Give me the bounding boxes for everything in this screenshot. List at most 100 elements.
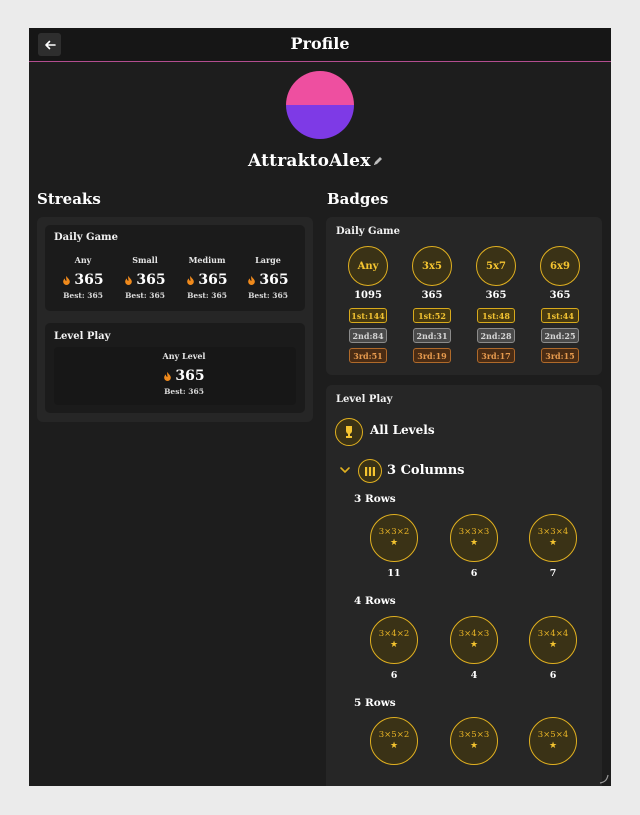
badge-count: 365: [549, 290, 571, 301]
badge-count: 365: [421, 290, 443, 301]
level-badge-label: 3×5×3: [458, 730, 490, 740]
flame-icon: [63, 275, 71, 285]
all-levels-label[interactable]: All Levels: [370, 423, 435, 437]
level-badge[interactable]: 3×5×2 ★: [370, 717, 418, 765]
star-icon: ★: [548, 538, 558, 548]
streak-label: Any Level: [162, 351, 206, 361]
level-badge-count: 6: [470, 568, 478, 579]
first-place-badge: 1st:52: [413, 308, 451, 323]
streak-label: Small: [132, 255, 158, 265]
chevron-down-icon[interactable]: [339, 465, 351, 475]
daily-game-title: Daily Game: [336, 226, 401, 237]
level-badge[interactable]: 3×3×3 ★: [450, 514, 498, 562]
star-icon: ★: [469, 741, 479, 751]
streak-best: Best: 365: [63, 291, 103, 300]
columns-group-label[interactable]: 3 Columns: [387, 463, 465, 478]
medal-icon: [346, 426, 352, 438]
level-badge[interactable]: 3×4×4 ★: [529, 616, 577, 664]
streak-label: Any: [74, 255, 92, 265]
badge-circle: 5x7: [476, 246, 516, 286]
columns-badge[interactable]: [358, 459, 382, 483]
daily-game-title: Daily Game: [54, 232, 119, 243]
level-badge[interactable]: 3×4×2 ★: [370, 616, 418, 664]
pencil-icon[interactable]: [372, 155, 384, 167]
streak-value: 365: [136, 272, 166, 288]
streaks-daily-game-card: Daily Game Any 365 Best: 365 Small 365 B…: [45, 225, 305, 311]
streak-any-level: Any Level 365 Best: 365: [145, 351, 223, 396]
header-bar: Profile: [29, 28, 611, 62]
second-place-badge: 2nd:25: [541, 328, 579, 343]
flame-icon: [164, 371, 172, 381]
level-badge[interactable]: 3×4×3 ★: [450, 616, 498, 664]
badge-3x5[interactable]: 3x5 365 1st:52 2nd:31 3rd:19: [407, 246, 457, 363]
third-place-badge: 3rd:17: [477, 348, 515, 363]
streak-best: Best: 365: [187, 291, 227, 300]
streak-value: 365: [198, 272, 228, 288]
all-levels-badge[interactable]: [335, 418, 363, 446]
level-badge-label: 3×3×4: [537, 527, 569, 537]
level-badge-count: 6: [390, 670, 398, 681]
level-badge-label: 3×5×2: [378, 730, 410, 740]
level-badge-label: 3×3×3: [458, 527, 490, 537]
second-place-badge: 2nd:31: [413, 328, 451, 343]
streaks-level-play-card: Level Play Any Level 365 Best: 365: [45, 323, 305, 413]
badge-circle: Any: [348, 246, 388, 286]
first-place-badge: 1st:144: [349, 308, 387, 323]
third-place-badge: 3rd:19: [413, 348, 451, 363]
level-badge-label: 3×4×3: [458, 629, 490, 639]
level-badge-label: 3×4×4: [537, 629, 569, 639]
level-badge-count: 4: [470, 670, 478, 681]
star-icon: ★: [389, 741, 399, 751]
streak-label: Large: [255, 255, 281, 265]
streaks-title: Streaks: [37, 190, 101, 208]
badge-any[interactable]: Any 1095 1st:144 2nd:84 3rd:51: [343, 246, 393, 363]
streak-value: 365: [259, 272, 289, 288]
first-place-badge: 1st:48: [477, 308, 515, 323]
star-icon: ★: [469, 640, 479, 650]
level-badge-count: 6: [549, 670, 557, 681]
star-icon: ★: [389, 640, 399, 650]
streak-small: Small 365 Best: 365: [116, 255, 174, 300]
row-title: 4 Rows: [354, 595, 396, 607]
level-play-title: Level Play: [54, 331, 111, 342]
badge-6x9[interactable]: 6x9 365 1st:44 2nd:25 3rd:15: [535, 246, 585, 363]
level-badge[interactable]: 3×3×2 ★: [370, 514, 418, 562]
badge-5x7[interactable]: 5x7 365 1st:48 2nd:28 3rd:17: [471, 246, 521, 363]
badges-title: Badges: [327, 190, 389, 208]
row-title: 3 Rows: [354, 493, 396, 505]
star-icon: ★: [389, 538, 399, 548]
badge-count: 1095: [354, 290, 382, 301]
resize-grip-icon[interactable]: [597, 772, 609, 784]
second-place-badge: 2nd:84: [349, 328, 387, 343]
avatar: [286, 71, 354, 139]
star-icon: ★: [548, 640, 558, 650]
level-play-title: Level Play: [336, 394, 393, 405]
row-title: 5 Rows: [354, 697, 396, 709]
first-place-badge: 1st:44: [541, 308, 579, 323]
level-badge-label: 3×4×2: [378, 629, 410, 639]
profile-window: Profile AttraktoAlex Streaks Daily Game …: [29, 28, 611, 786]
second-place-badge: 2nd:28: [477, 328, 515, 343]
third-place-badge: 3rd:15: [541, 348, 579, 363]
streak-label: Medium: [188, 255, 226, 265]
level-badge-count: 11: [387, 568, 401, 579]
streak-large: Large 365 Best: 365: [239, 255, 297, 300]
columns-icon: [365, 466, 375, 476]
level-badge[interactable]: 3×5×4 ★: [529, 717, 577, 765]
level-badge[interactable]: 3×5×3 ★: [450, 717, 498, 765]
level-badge[interactable]: 3×3×4 ★: [529, 514, 577, 562]
level-badge-label: 3×3×2: [378, 527, 410, 537]
streak-best: Best: 365: [248, 291, 288, 300]
flame-icon: [248, 275, 256, 285]
flame-icon: [187, 275, 195, 285]
streak-value: 365: [74, 272, 104, 288]
streak-value: 365: [175, 368, 205, 384]
star-icon: ★: [469, 538, 479, 548]
streak-best: Best: 365: [125, 291, 165, 300]
level-badge-count: 7: [549, 568, 557, 579]
badge-circle: 6x9: [540, 246, 580, 286]
streak-any: Any 365 Best: 365: [54, 255, 112, 300]
level-badge-label: 3×5×4: [537, 730, 569, 740]
third-place-badge: 3rd:51: [349, 348, 387, 363]
username: AttraktoAlex: [248, 151, 371, 171]
